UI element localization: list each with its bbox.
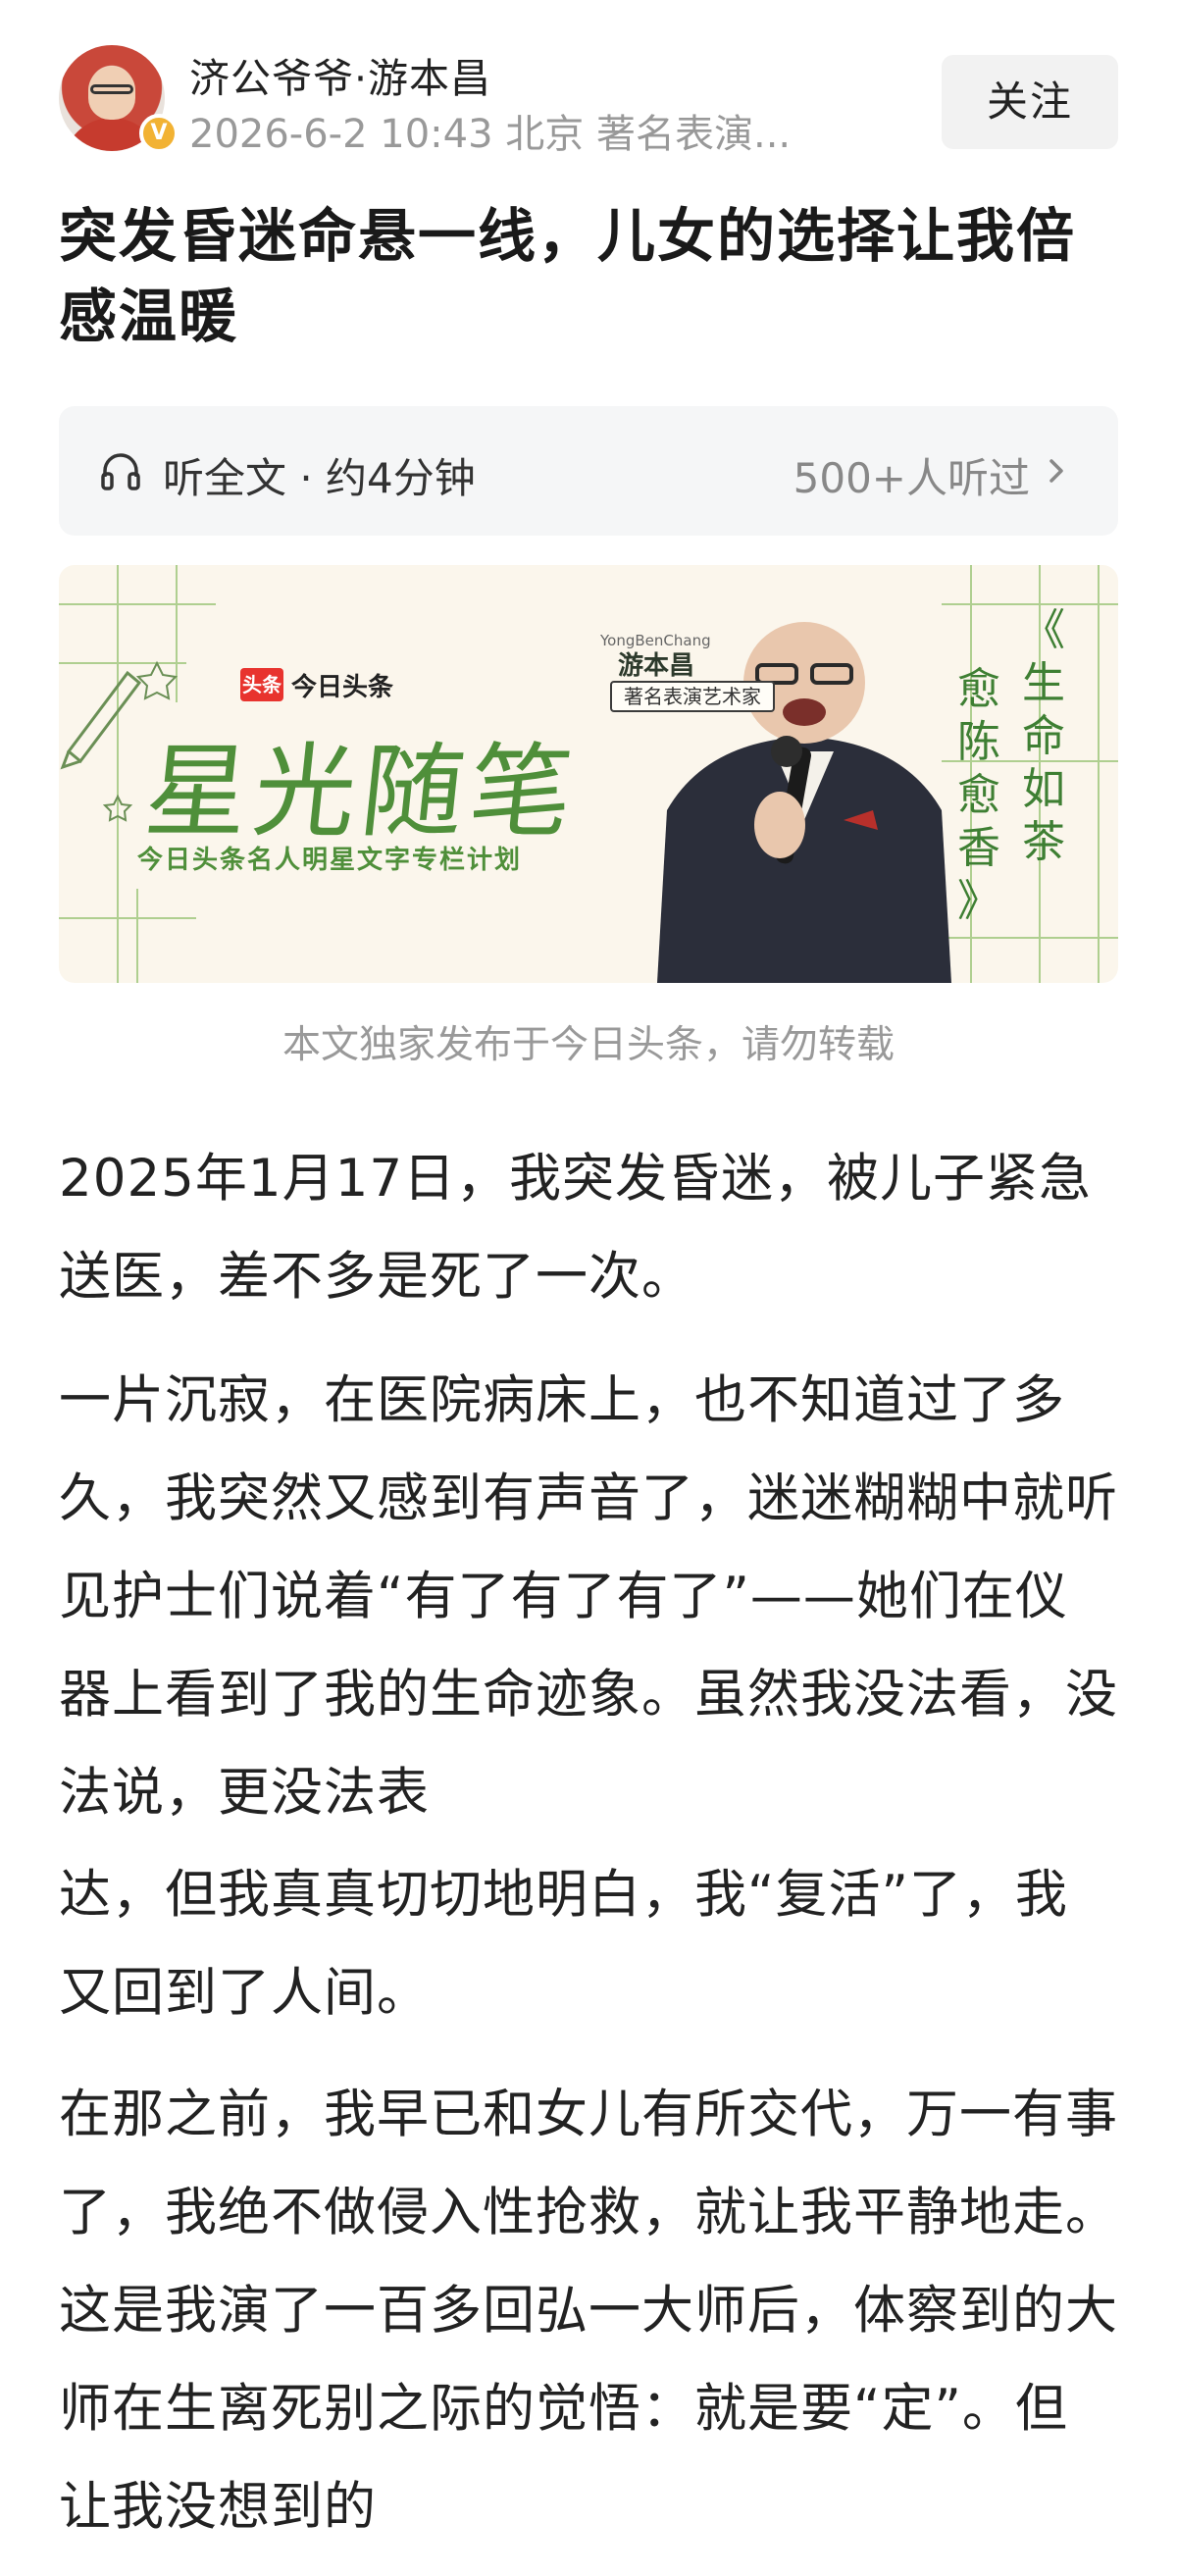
quote-col-2: 愈陈愈香》 bbox=[957, 664, 1000, 926]
follow-button[interactable]: 关注 bbox=[942, 55, 1118, 149]
verified-badge-icon: V bbox=[139, 114, 179, 153]
body-paragraph: 一片沉寂，在医院病床上，也不知道过了多久，我突然又感到有声音了，迷迷糊糊中就听见… bbox=[59, 1352, 1118, 1842]
article-title: 突发昏迷命悬一线，儿女的选择让我倍感温暖 bbox=[59, 202, 1077, 350]
toutiao-mark-icon: 头条 bbox=[240, 668, 283, 701]
banner-name: 游本昌 bbox=[618, 651, 695, 681]
listen-label: 听全文 · 约4分钟 bbox=[163, 454, 476, 502]
chevron-right-icon bbox=[1049, 459, 1063, 483]
paragraph-text: 一片沉寂，在医院病床上，也不知道过了多久，我突然又感到有声音了，迷迷糊糊中就听见… bbox=[59, 1370, 1118, 1823]
paragraph-text: 在那之前，我早已和女儿有所交代，万一有事了，我绝不做侵入性抢救，就让我平静地走。… bbox=[59, 2085, 1118, 2537]
listen-bar[interactable]: 听全文 · 约4分钟 500+人听过 bbox=[59, 406, 1118, 536]
author-header: V 济公爷爷·游本昌 2026-6-2 10:43 北京 著名表演... 关注 bbox=[59, 45, 1118, 161]
quote-col-1: 《生命如茶 bbox=[1022, 605, 1065, 867]
body-paragraph: 2025年1月17日，我突发昏迷，被儿子紧急送医，差不多是死了一次。 bbox=[59, 1130, 1118, 1326]
body-paragraph: 在那之前，我早已和女儿有所交代，万一有事了，我绝不做侵入性抢救，就让我平静地走。… bbox=[59, 2066, 1118, 2556]
banner-role: 著名表演艺术家 bbox=[610, 681, 775, 712]
paragraph-text: 达，但我真真切切地明白，我“复活”了，我又回到了人间。 bbox=[59, 1865, 1068, 2023]
headphone-icon bbox=[101, 453, 140, 490]
listen-count: 500+人听过 bbox=[793, 454, 1030, 502]
toutiao-logo: 头条 今日头条 bbox=[240, 667, 393, 702]
author-meta: 2026-6-2 10:43 北京 著名表演... bbox=[189, 112, 792, 157]
paragraph-text: 2025年1月17日，我突发昏迷，被儿子紧急送医，差不多是死了一次。 bbox=[59, 1149, 1093, 1307]
author-name[interactable]: 济公爷爷·游本昌 bbox=[189, 45, 491, 104]
avatar-glasses bbox=[90, 84, 133, 94]
toutiao-text: 今日头条 bbox=[291, 672, 394, 702]
portrait bbox=[657, 622, 951, 983]
column-subtitle: 今日头条名人明星文字专栏计划 bbox=[137, 846, 523, 875]
quote-box: 《生命如茶 愈陈愈香》 bbox=[947, 604, 1094, 938]
column-title: 星光随笔 bbox=[139, 732, 585, 851]
image-caption: 本文独家发布于今日头条，请勿转载 bbox=[281, 1023, 895, 1067]
body-paragraph: 达，但我真真切切地明白，我“复活”了，我又回到了人间。 bbox=[59, 1846, 1118, 2042]
column-banner[interactable]: 头条 今日头条 星光随笔 今日头条名人明星文字专栏计划 YongBenChang… bbox=[59, 565, 1118, 983]
